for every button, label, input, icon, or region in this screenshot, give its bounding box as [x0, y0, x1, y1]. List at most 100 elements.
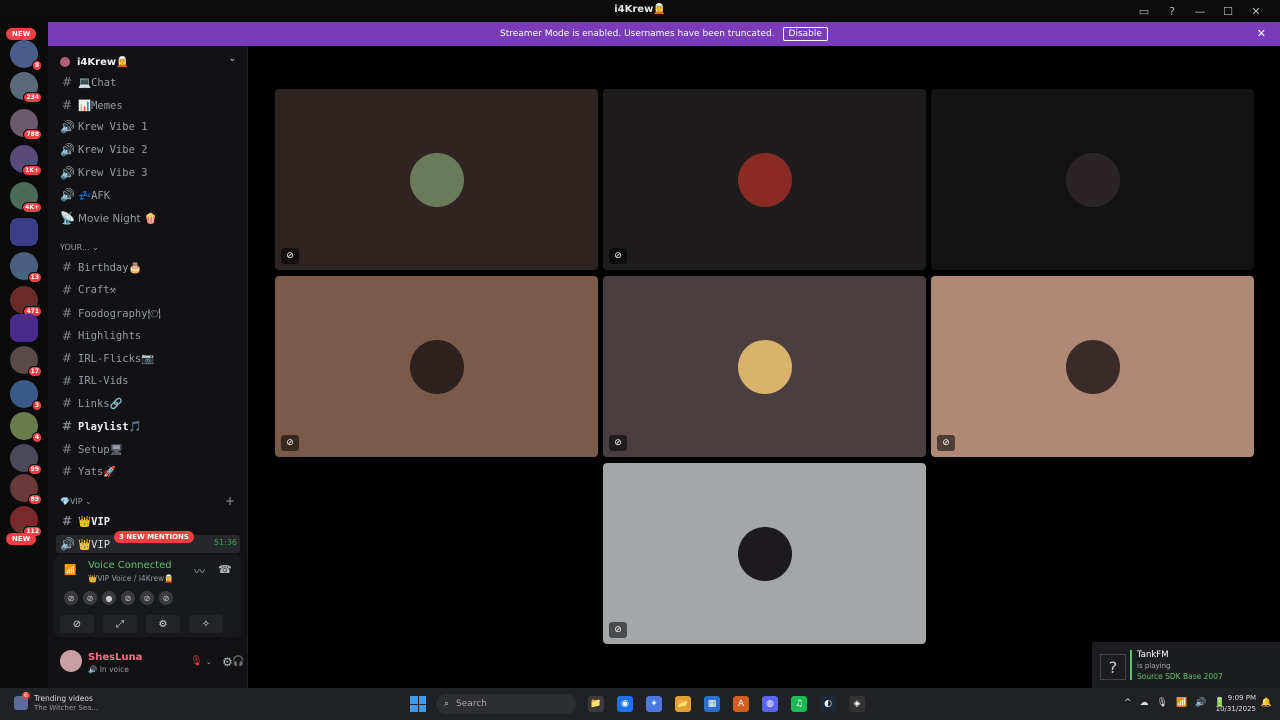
participant-tile[interactable]: ⊘ [931, 276, 1254, 457]
participant-tile[interactable]: ⊘ [603, 463, 926, 644]
participant-avatar[interactable]: ● [102, 591, 116, 605]
wifi-icon[interactable]: 📶 [1176, 698, 1187, 708]
voice-channel-item[interactable]: 🔊 💤AFK [60, 186, 110, 204]
cloud-icon[interactable]: ☁ [1140, 698, 1149, 708]
participant-avatar[interactable]: ⊘ [121, 591, 135, 605]
channel-label: 💤AFK [78, 189, 111, 202]
server-icon[interactable]: 89 [10, 474, 42, 505]
channel-item[interactable]: # Yats🚀 [60, 462, 116, 480]
taskbar-app-icon[interactable]: ◍ [762, 696, 778, 712]
server-icon[interactable]: 1K+ [10, 145, 42, 176]
mic-muted-icon[interactable]: 🎙 [190, 656, 203, 667]
server-icon[interactable]: 234 [10, 72, 42, 103]
username[interactable]: ShesLuna [88, 652, 142, 663]
server-icon[interactable]: 3 [10, 380, 42, 411]
server-icon[interactable] [10, 314, 38, 342]
inbox-icon[interactable]: ▭ [1130, 3, 1158, 19]
server-icon[interactable]: 99 [10, 444, 42, 475]
participant-tile[interactable]: ⊘ [603, 276, 926, 457]
tray-overflow-icon[interactable]: ^ [1124, 698, 1132, 708]
minimize-icon[interactable]: — [1186, 3, 1214, 19]
voice-channel-item[interactable]: 🔊 Krew Vibe 1 [60, 118, 148, 136]
server-icon[interactable]: 4 [10, 412, 42, 443]
close-icon[interactable]: ✕ [1257, 27, 1266, 40]
server-icon[interactable]: 112 [10, 506, 42, 537]
participant-tile[interactable] [931, 89, 1254, 270]
channel-item[interactable]: # Birthday🎂 [60, 258, 142, 276]
participant-tile[interactable]: ⊘ [275, 89, 598, 270]
disconnect-icon[interactable]: ☎ [218, 563, 232, 576]
participant-avatar[interactable]: ⊘ [83, 591, 97, 605]
title-bar: i4Krew🧝 ▭ ? — ☐ ✕ [0, 0, 1280, 22]
participant-tile[interactable]: ⊘ [275, 276, 598, 457]
disable-button[interactable]: Disable [782, 27, 828, 41]
volume-icon[interactable]: 🔊 [1195, 698, 1206, 708]
channel-item[interactable]: # Craft⚒ [60, 281, 116, 299]
voice-channel-item[interactable]: 🔊 Krew Vibe 2 [60, 141, 148, 159]
channel-item-vip[interactable]: # 👑VIP [60, 512, 110, 530]
category-vip[interactable]: 💎VIP ⌄ [60, 497, 92, 506]
new-pill-bottom[interactable]: NEW [6, 533, 37, 545]
participant-avatar[interactable]: ⊘ [64, 591, 78, 605]
participant-tile[interactable]: ⊘ [603, 89, 926, 270]
channel-item[interactable]: # IRL-Vids [60, 372, 129, 390]
server-icon[interactable]: 17 [10, 346, 42, 377]
taskbar-app-icon[interactable]: ◉ [617, 696, 633, 712]
chevron-down-icon[interactable]: ⌄ [228, 54, 236, 64]
headset-deafened-icon[interactable]: 🎧 [232, 656, 244, 667]
server-icon[interactable]: 13 [10, 252, 42, 283]
guild-header[interactable]: i4Krew🧝 ⌄ [48, 52, 248, 72]
close-icon[interactable]: ✕ [1242, 3, 1270, 19]
hash-icon: # [61, 419, 73, 433]
server-icon[interactable]: 471 [10, 286, 42, 317]
channel-item[interactable]: # 📊Memes [60, 96, 123, 114]
folder-icon[interactable] [10, 218, 38, 246]
start-button[interactable] [410, 696, 426, 712]
taskbar-app-icon[interactable]: 📁 [588, 696, 604, 712]
participant-avatar[interactable]: ⊘ [159, 591, 173, 605]
taskbar-app-icon[interactable]: ♫ [791, 696, 807, 712]
taskbar-app-icon[interactable]: ◈ [849, 696, 865, 712]
stage-channel-item[interactable]: 📡 Movie Night 🍿 [60, 209, 157, 227]
help-icon[interactable]: ? [1158, 3, 1186, 19]
channel-label: Foodography🍽 [78, 307, 161, 320]
mic-icon[interactable]: 🎙 [1157, 698, 1168, 708]
channel-item[interactable]: # IRL-Flicks📷 [60, 349, 154, 367]
clock[interactable]: 9:09 PM 10/31/2025 [1216, 693, 1256, 715]
taskbar-app-icon[interactable]: A [733, 696, 749, 712]
category-your[interactable]: YOUR... ⌄ [60, 243, 99, 252]
server-icon[interactable]: 788 [10, 109, 42, 140]
activities-button[interactable]: ⚙ [146, 615, 180, 633]
channel-item[interactable]: # Setup🖥 [60, 440, 123, 458]
soundboard-button[interactable]: ✧ [189, 615, 223, 633]
maximize-icon[interactable]: ☐ [1214, 3, 1242, 19]
voice-channel-item[interactable]: 🔊 Krew Vibe 3 [60, 164, 148, 182]
taskbar-app-icon[interactable]: ▦ [704, 696, 720, 712]
channel-item[interactable]: # Links🔗 [60, 394, 123, 412]
add-channel-icon[interactable]: + [225, 494, 235, 508]
avatar[interactable] [60, 650, 82, 672]
server-icon[interactable]: 8 [10, 40, 42, 71]
game-activity-toast[interactable]: ? TankFM is playing Source SDK Base 2007 [1092, 642, 1280, 688]
new-pill-top[interactable]: NEW [6, 28, 37, 40]
participant-avatar[interactable]: ⊘ [140, 591, 154, 605]
camera-off-button[interactable]: ⊘ [60, 615, 94, 633]
taskbar-app-icon[interactable]: 📂 [675, 696, 691, 712]
notification-bell-icon[interactable]: 🔔 [1261, 698, 1272, 708]
voice-channel-vip[interactable]: 🔊 👑VIP [60, 535, 110, 553]
taskbar-app-icon[interactable]: ✦ [646, 696, 662, 712]
channel-item[interactable]: # 💻Chat [60, 73, 116, 91]
voice-channel-path[interactable]: 👑VIP Voice / i4Krew🧝 [88, 574, 174, 583]
noise-suppression-icon[interactable]: 〰 [194, 563, 205, 579]
channel-item[interactable]: # Highlights [60, 327, 141, 345]
new-mentions-pill[interactable]: 3 NEW MENTIONS [114, 531, 194, 543]
taskbar-app-icon[interactable]: ◐ [820, 696, 836, 712]
signal-icon[interactable]: 📶 [64, 565, 80, 579]
channel-item-unread[interactable]: # Playlist🎵 [60, 417, 142, 435]
chevron-down-icon[interactable]: ⌄ [206, 658, 212, 666]
voice-connected-title[interactable]: Voice Connected [88, 560, 172, 571]
share-screen-button[interactable]: ⤢ [103, 615, 137, 633]
server-icon[interactable]: 4K+ [10, 182, 42, 213]
search-input[interactable]: ⌕ Search [436, 694, 576, 714]
channel-item[interactable]: # Foodography🍽 [60, 304, 161, 322]
